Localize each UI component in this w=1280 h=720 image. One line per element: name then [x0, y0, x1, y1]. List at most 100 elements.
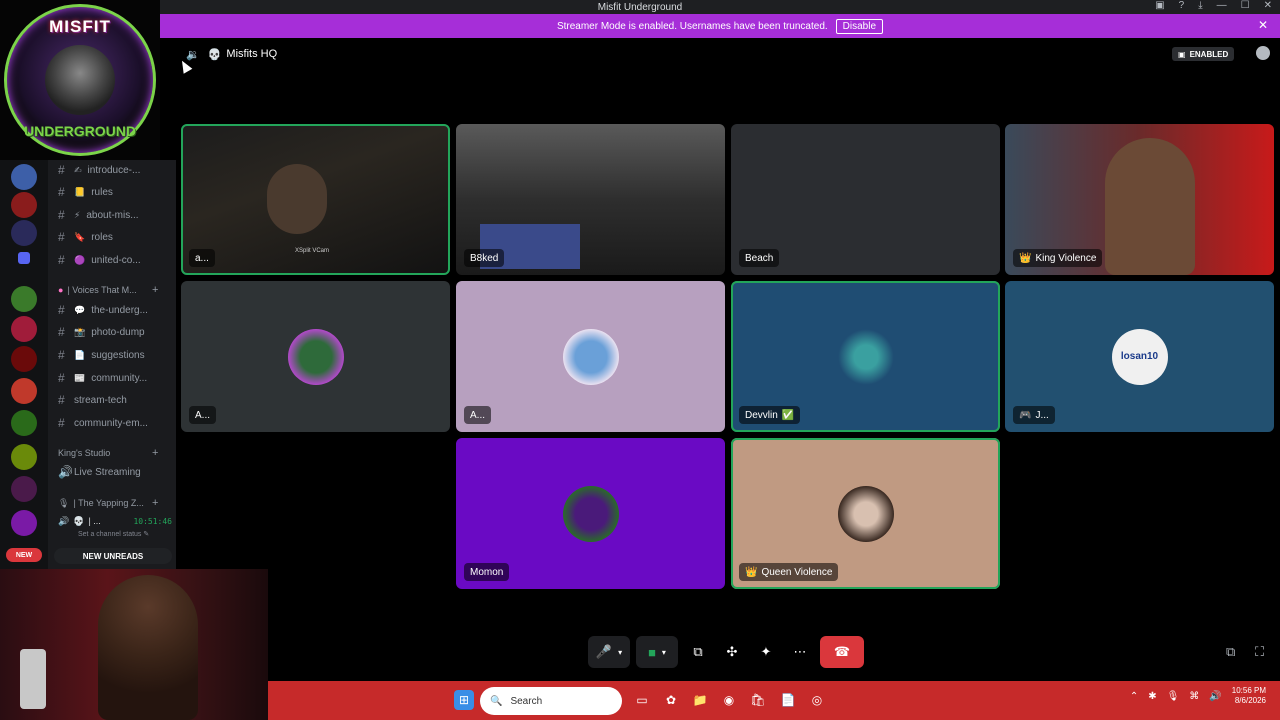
video-tile[interactable]: Devvlin ✅: [731, 281, 1000, 432]
channel-status-hint[interactable]: Set a channel status ✎: [78, 530, 149, 538]
channel-item[interactable]: # 🟣 united-co...: [58, 251, 141, 269]
channel-item[interactable]: # 💬 the-underg...: [58, 301, 148, 319]
disable-button[interactable]: Disable: [835, 18, 884, 34]
clock-time: 10:56 PM: [1231, 686, 1266, 695]
chevron-up-icon[interactable]: ⌃: [1130, 691, 1138, 702]
hang-up-icon: ☎: [833, 644, 851, 659]
bluetooth-icon[interactable]: ✱: [1148, 691, 1156, 702]
add-channel-icon[interactable]: +: [152, 497, 158, 509]
channel-item[interactable]: # 📸 photo-dump: [58, 323, 145, 341]
screen-share-button[interactable]: ⧉: [684, 636, 712, 668]
new-unreads-button[interactable]: NEW UNREADS: [54, 548, 172, 564]
fullscreen-icon[interactable]: ⛶: [1255, 644, 1264, 660]
chrome-icon[interactable]: ◎: [807, 690, 827, 710]
server-icon[interactable]: [11, 346, 37, 372]
channel-emoji: 🔖: [74, 231, 86, 242]
file-explorer-icon[interactable]: 📁: [690, 690, 710, 710]
category-label: King's Studio: [58, 448, 111, 458]
channel-item[interactable]: # community-em...: [58, 414, 148, 432]
video-tile[interactable]: Beach: [731, 124, 1000, 275]
category-voices[interactable]: ● | Voices That M... +: [58, 283, 158, 297]
video-tile[interactable]: 👑 Queen Violence: [731, 438, 1000, 589]
server-icon[interactable]: [11, 476, 37, 502]
voice-user-name: | ...: [88, 516, 101, 526]
server-icon[interactable]: [11, 378, 37, 404]
hash-icon: #: [58, 253, 65, 267]
activities-button[interactable]: ✣: [718, 636, 746, 668]
channel-item[interactable]: # 🔖 roles: [58, 228, 113, 246]
status-hint-text: Set a channel status: [78, 531, 142, 538]
hash-icon: #: [58, 325, 65, 339]
channel-item[interactable]: # 📒 rules: [58, 183, 113, 201]
copilot-icon[interactable]: ✿: [661, 690, 681, 710]
download-icon[interactable]: ⤓: [1198, 0, 1202, 11]
maximize-icon[interactable]: ☐: [1241, 0, 1250, 11]
add-channel-icon[interactable]: +: [152, 284, 158, 296]
help-icon[interactable]: ?: [1179, 0, 1185, 11]
camera-button[interactable]: ■ ▾: [636, 636, 678, 668]
channel-item[interactable]: # stream-tech: [58, 391, 127, 409]
chevron-down-icon[interactable]: ▾: [618, 648, 622, 657]
channel-item[interactable]: # ⚡ about-mis...: [58, 206, 139, 224]
server-icon[interactable]: [11, 510, 37, 536]
chat-icon[interactable]: [1256, 46, 1270, 60]
close-window-icon[interactable]: ✕: [1264, 0, 1272, 11]
store-icon[interactable]: 🛍: [748, 690, 768, 710]
chevron-down-icon[interactable]: ▾: [662, 648, 666, 657]
banner-close-icon[interactable]: ✕: [1258, 18, 1268, 32]
participant-name: Momon: [464, 563, 510, 581]
video-tile[interactable]: B8ked: [456, 124, 725, 275]
participant-name-text: A...: [470, 409, 486, 421]
taskbar-clock[interactable]: 10:56 PM 8/6/2026: [1232, 686, 1266, 706]
minimize-icon[interactable]: —: [1217, 0, 1227, 11]
inbox-icon[interactable]: ▣: [1155, 0, 1164, 11]
server-icon[interactable]: [11, 192, 37, 218]
add-channel-icon[interactable]: +: [152, 447, 158, 459]
notepad-icon[interactable]: 📄: [778, 690, 798, 710]
disconnect-button[interactable]: ☎: [820, 636, 864, 668]
channel-item[interactable]: # 📄 suggestions: [58, 346, 145, 364]
new-badge[interactable]: NEW: [6, 548, 42, 562]
server-icon[interactable]: [11, 220, 37, 246]
speaker-icon: 🔊: [58, 465, 73, 479]
video-tile[interactable]: A...: [181, 281, 450, 432]
video-tile[interactable]: losan10 🎮 J...: [1005, 281, 1274, 432]
mic-tray-icon[interactable]: 🎙: [1167, 691, 1180, 702]
more-options-button[interactable]: ⋯: [786, 636, 814, 668]
window-title: Misfit Underground: [597, 1, 683, 13]
network-icon[interactable]: ⌘: [1189, 691, 1199, 702]
volume-icon[interactable]: 🔊: [1209, 691, 1221, 702]
category-kings-studio[interactable]: King's Studio +: [58, 446, 158, 460]
channel-item[interactable]: # ✍ introduce-...: [58, 161, 140, 179]
channel-emoji: ✍: [74, 164, 82, 175]
voice-channel-live[interactable]: 🔊 Live Streaming: [58, 463, 141, 481]
avatar: [837, 485, 894, 542]
channel-label: Live Streaming: [74, 466, 141, 478]
category-yapping[interactable]: 🎙 | The Yapping Z... +: [58, 496, 158, 510]
streamer-enabled-badge[interactable]: ▣ ENABLED: [1172, 47, 1235, 61]
participant-name: A...: [189, 406, 217, 424]
windows-start-icon[interactable]: ⊞: [454, 690, 474, 710]
server-icon[interactable]: [11, 410, 37, 436]
server-icon[interactable]: [11, 286, 37, 312]
server-icon[interactable]: [11, 164, 37, 190]
edge-icon[interactable]: ◉: [719, 690, 739, 710]
video-tile[interactable]: 👑 King Violence: [1005, 124, 1274, 275]
video-tile[interactable]: XSplit VCam a...: [181, 124, 450, 275]
taskbar-search[interactable]: 🔍 Search: [480, 687, 622, 715]
folder-icon[interactable]: [18, 252, 30, 264]
server-icon[interactable]: [11, 316, 37, 342]
avatar: [562, 485, 619, 542]
server-icon[interactable]: [11, 444, 37, 470]
voice-connected-user[interactable]: 🔊 💀 | ... 10:51:46: [58, 514, 172, 528]
logo-ring: MISFIT UNDERGROUND: [4, 4, 156, 156]
popout-icon[interactable]: ⧉: [1226, 644, 1235, 660]
logo-bottom-text: UNDERGROUND: [24, 123, 136, 139]
soundboard-button[interactable]: ✦: [752, 636, 780, 668]
channel-item[interactable]: # 📰 community...: [58, 369, 147, 387]
video-tile[interactable]: Momon: [456, 438, 725, 589]
video-tile[interactable]: A...: [456, 281, 725, 432]
channel-label: united-co...: [91, 254, 141, 266]
microphone-button[interactable]: 🎤 ▾: [588, 636, 630, 668]
task-view-icon[interactable]: ▭: [632, 690, 652, 710]
